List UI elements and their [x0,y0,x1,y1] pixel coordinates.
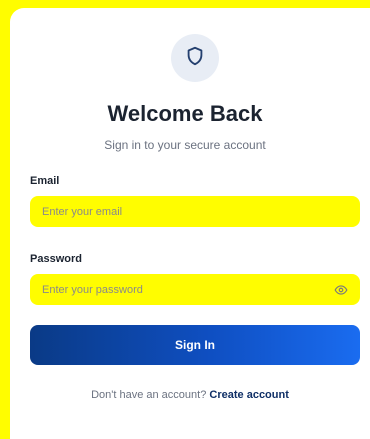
password-field-wrapper [30,274,360,305]
password-input[interactable] [42,283,334,296]
email-field-wrapper [30,196,360,227]
email-input[interactable] [42,205,348,218]
shield-icon [184,45,206,72]
logo-badge [171,34,219,82]
eye-icon[interactable] [334,283,348,297]
sign-in-button[interactable]: Sign In [30,325,360,365]
login-card: Welcome Back Sign in to your secure acco… [10,8,370,439]
signup-prompt-text: Don't have an account? [91,389,207,401]
page-title: Welcome Back [107,101,263,126]
signup-prompt: Don't have an account? Create account [10,389,370,401]
password-label: Password [30,253,82,265]
email-label: Email [30,175,60,187]
page-subtitle: Sign in to your secure account [104,138,266,152]
create-account-link[interactable]: Create account [209,389,288,401]
